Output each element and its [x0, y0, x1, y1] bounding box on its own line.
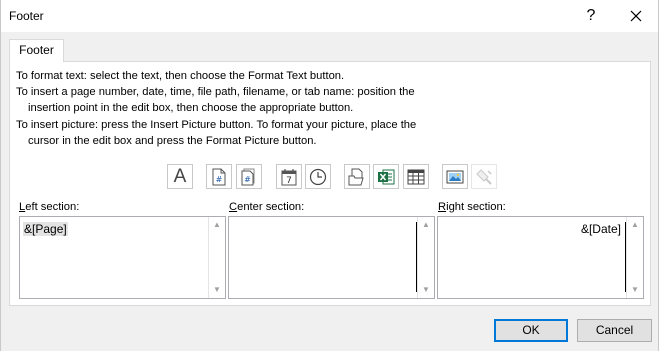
help-button[interactable]: ?	[576, 2, 606, 30]
left-section-label: Left section:	[19, 201, 80, 213]
insert-picture-icon	[446, 170, 464, 183]
insert-sheet-name-icon	[407, 169, 425, 184]
insert-number-of-pages-icon: #	[241, 168, 255, 185]
cancel-button[interactable]: Cancel	[577, 319, 652, 342]
left-section-text: &[Page]	[23, 222, 68, 236]
format-picture-button[interactable]	[471, 164, 497, 189]
footer-dialog: Footer ? Footer To format text: select t…	[0, 0, 659, 351]
center-section-label: Center section:	[229, 201, 305, 213]
insert-picture-button[interactable]	[442, 164, 468, 189]
center-scroll-divider	[416, 222, 417, 292]
close-button[interactable]	[621, 2, 651, 30]
dialog-title: Footer	[9, 9, 44, 23]
right-section-editbox[interactable]: &[Date] ▲ ▼	[437, 216, 644, 299]
scroll-up-icon[interactable]: ▲	[627, 217, 643, 233]
scroll-up-icon[interactable]: ▲	[209, 217, 225, 233]
insert-sheet-name-button[interactable]	[403, 164, 429, 189]
text-cursor	[625, 222, 626, 292]
tab-footer[interactable]: Footer	[9, 39, 64, 62]
right-section-label: Right section:	[438, 201, 506, 213]
scroll-down-icon[interactable]: ▼	[627, 282, 643, 298]
close-icon	[630, 10, 642, 22]
left-section-scrollbar[interactable]: ▲ ▼	[208, 217, 225, 298]
insert-file-path-button[interactable]	[344, 164, 370, 189]
insert-date-icon: 7	[281, 168, 297, 186]
right-section-text: &[Date]	[580, 222, 621, 236]
insert-file-path-icon	[348, 168, 364, 185]
instruction-line: To insert picture: press the Insert Pict…	[16, 119, 417, 131]
scroll-up-icon[interactable]: ▲	[418, 217, 434, 233]
scroll-down-icon[interactable]: ▼	[209, 282, 225, 298]
center-section-editbox[interactable]: ▲ ▼	[228, 216, 435, 299]
ok-button[interactable]: OK	[494, 319, 568, 342]
insert-time-button[interactable]	[305, 164, 331, 189]
insert-number-of-pages-button[interactable]: #	[236, 164, 262, 189]
center-section-scrollbar[interactable]: ▲ ▼	[417, 217, 434, 298]
insert-file-name-button[interactable]	[373, 164, 399, 189]
format-text-button[interactable]: A	[167, 164, 193, 189]
svg-text:#: #	[216, 175, 223, 184]
left-section-editbox[interactable]: &[Page] ▲ ▼	[19, 216, 226, 299]
format-text-icon: A	[173, 165, 187, 187]
svg-text:#: #	[244, 175, 251, 184]
title-bar: Footer ?	[1, 0, 658, 32]
instruction-line: To insert a page number, date, time, fil…	[16, 86, 415, 98]
help-icon: ?	[586, 7, 596, 24]
insert-time-icon	[309, 168, 327, 185]
format-picture-icon	[476, 168, 492, 185]
insert-page-number-icon: #	[212, 168, 226, 185]
insert-page-number-button[interactable]: #	[206, 164, 232, 189]
scroll-down-icon[interactable]: ▼	[418, 282, 434, 298]
instruction-line: cursor in the edit box and press the For…	[28, 135, 317, 147]
insert-file-name-icon	[378, 169, 395, 184]
insert-date-button[interactable]: 7	[276, 164, 302, 189]
right-section-scrollbar[interactable]: ▲ ▼	[626, 217, 643, 298]
svg-text:7: 7	[286, 176, 292, 186]
instruction-line: insertion point in the edit box, then ch…	[28, 102, 354, 114]
instruction-line: To format text: select the text, then ch…	[16, 70, 345, 82]
